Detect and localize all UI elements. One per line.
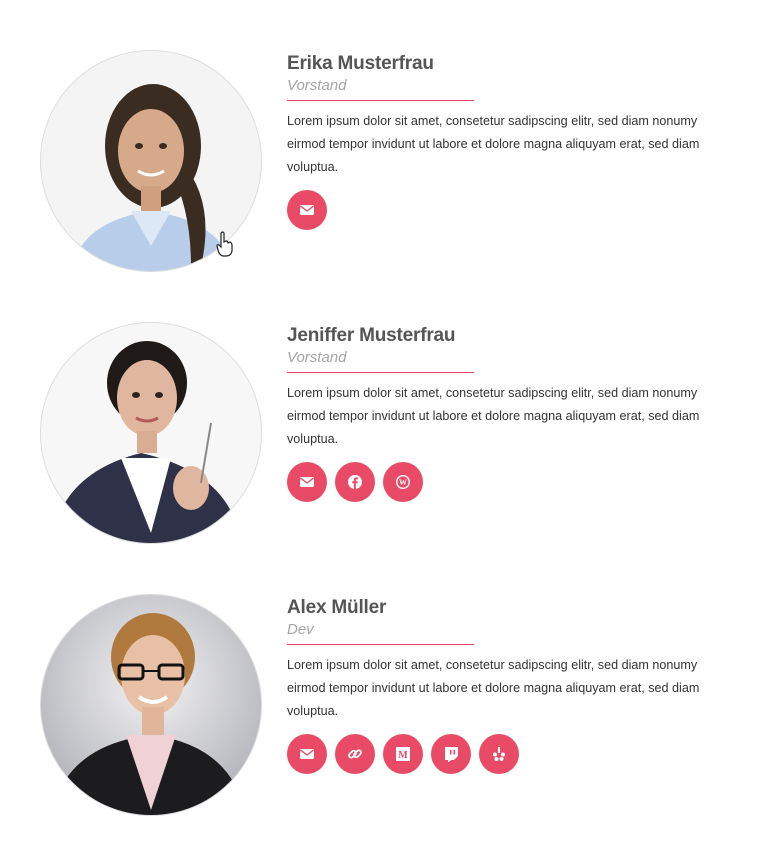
member-bio: Lorem ipsum dolor sit amet, consetetur s… — [287, 386, 700, 446]
member-info: Erika Musterfrau Vorstand Lorem ipsum do… — [287, 52, 737, 230]
member-photo-alex — [40, 594, 262, 816]
member-name: Jeniffer Musterfrau — [287, 325, 456, 346]
member-bio: Lorem ipsum dolor sit amet, consetetur s… — [287, 658, 700, 718]
member-name: Alex Müller — [287, 597, 387, 618]
member-name: Erika Musterfrau — [287, 53, 434, 74]
email-button[interactable] — [287, 462, 327, 502]
medium-icon: M — [395, 746, 411, 762]
facebook-button[interactable] — [335, 462, 375, 502]
twitch-button[interactable] — [431, 734, 471, 774]
wordpress-button[interactable]: W — [383, 462, 423, 502]
team-member-card: Erika Musterfrau Vorstand Lorem ipsum do… — [0, 50, 768, 290]
member-info: Jeniffer Musterfrau Vorstand Lorem ipsum… — [287, 324, 737, 502]
envelope-icon — [299, 202, 315, 218]
team-member-card: Jeniffer Musterfrau Vorstand Lorem ipsum… — [0, 322, 768, 562]
social-links — [287, 190, 737, 230]
link-button[interactable] — [335, 734, 375, 774]
social-links: M — [287, 734, 737, 774]
medium-button[interactable]: M — [383, 734, 423, 774]
svg-text:W: W — [399, 478, 407, 487]
facebook-icon — [347, 474, 363, 490]
divider — [287, 644, 474, 645]
member-photo-jeniffer — [40, 322, 262, 544]
divider — [287, 100, 474, 101]
divider — [287, 372, 474, 373]
member-role: Dev — [287, 621, 314, 638]
member-bio: Lorem ipsum dolor sit amet, consetetur s… — [287, 114, 700, 174]
email-button[interactable] — [287, 190, 327, 230]
twitch-icon — [443, 746, 459, 762]
hand-cursor-icon — [216, 231, 234, 262]
link-icon — [347, 746, 363, 762]
wordpress-icon: W — [395, 474, 411, 490]
team-member-card: Alex Müller Dev Lorem ipsum dolor sit am… — [0, 594, 768, 834]
member-role: Vorstand — [287, 77, 347, 94]
envelope-icon — [299, 746, 315, 762]
member-info: Alex Müller Dev Lorem ipsum dolor sit am… — [287, 596, 737, 774]
svg-text:M: M — [398, 750, 408, 761]
email-button[interactable] — [287, 734, 327, 774]
member-role: Vorstand — [287, 349, 347, 366]
social-links: W — [287, 462, 737, 502]
yelp-button[interactable] — [479, 734, 519, 774]
envelope-icon — [299, 474, 315, 490]
yelp-icon — [491, 746, 507, 762]
